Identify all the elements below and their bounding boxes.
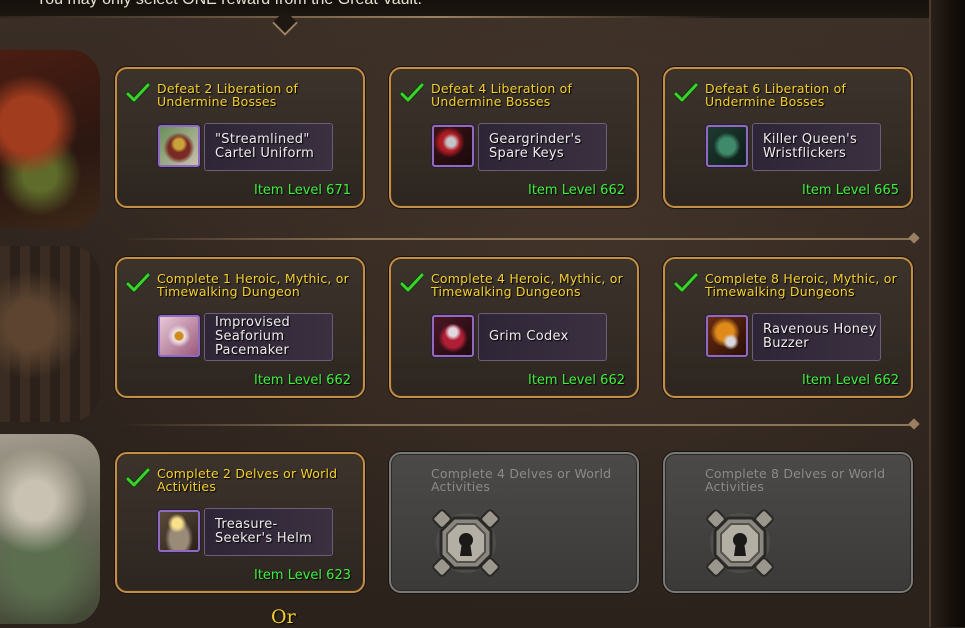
reward-item[interactable]: Geargrinder's Spare Keys [478,123,607,171]
check-icon [126,83,150,103]
item-level: Item Level 662 [528,373,625,388]
row-divider [120,424,912,426]
vault-slot-dungeon-3[interactable]: Complete 8 Heroic, Mythic, or Timewalkin… [663,257,913,398]
item-level: Item Level 623 [254,568,351,583]
honey-buzzer-icon[interactable] [706,315,748,357]
frame-edge [929,0,965,627]
cartel-uniform-icon[interactable] [158,125,200,167]
slot-requirement: Complete 4 Delves or World Activities [431,466,612,494]
pacemaker-icon[interactable] [158,315,200,357]
reward-item[interactable]: Killer Queen's Wristflickers [752,123,881,171]
slot-requirement: Defeat 4 Liberation of Undermine Bosses [431,81,573,109]
vault-slot-raid-2[interactable]: Defeat 4 Liberation of Undermine Bosses … [389,67,639,208]
vault-slot-dungeon-2[interactable]: Complete 4 Heroic, Mythic, or Timewalkin… [389,257,639,398]
item-level: Item Level 662 [528,183,625,198]
lock-icon [429,506,503,580]
reward-item[interactable]: Ravenous Honey Buzzer [752,313,881,361]
item-level: Item Level 662 [802,373,899,388]
slot-requirement: Complete 1 Heroic, Mythic, or Timewalkin… [157,271,349,299]
raid-row-art [0,50,100,228]
vault-slot-world-1[interactable]: Complete 2 Delves or World Activities Tr… [115,452,365,593]
vault-slot-raid-1[interactable]: Defeat 2 Liberation of Undermine Bosses … [115,67,365,208]
slot-requirement: Complete 2 Delves or World Activities [157,466,338,494]
header-divider [0,16,730,18]
reward-item[interactable]: Treasure-Seeker's Helm [204,508,333,556]
check-icon [400,83,424,103]
reward-item[interactable]: Grim Codex [478,313,607,361]
check-icon [126,273,150,293]
vault-slot-world-2-locked[interactable]: Complete 4 Delves or World Activities [389,452,639,593]
slot-requirement: Complete 8 Heroic, Mythic, or Timewalkin… [705,271,897,299]
slot-requirement: Complete 4 Heroic, Mythic, or Timewalkin… [431,271,623,299]
item-level: Item Level 662 [254,373,351,388]
item-name: Grim Codex [489,329,569,344]
reward-item[interactable]: Improvised Seaforium Pacemaker [204,313,333,361]
item-level: Item Level 671 [254,183,351,198]
treasure-helm-icon[interactable] [158,510,200,552]
check-icon [674,83,698,103]
reward-item[interactable]: "Streamlined" Cartel Uniform [204,123,333,171]
vault-notice: You may only select ONE reward from the … [36,0,422,9]
item-name: Ravenous Honey Buzzer [763,322,877,351]
spare-keys-icon[interactable] [432,125,474,167]
vault-slot-world-3-locked[interactable]: Complete 8 Delves or World Activities [663,452,913,593]
world-row-art [0,434,100,624]
check-icon [126,468,150,488]
vault-slot-dungeon-1[interactable]: Complete 1 Heroic, Mythic, or Timewalkin… [115,257,365,398]
wristflickers-icon[interactable] [706,125,748,167]
vault-slot-raid-3[interactable]: Defeat 6 Liberation of Undermine Bosses … [663,67,913,208]
grim-codex-icon[interactable] [432,315,474,357]
slot-requirement: Complete 8 Delves or World Activities [705,466,886,494]
item-name: Treasure-Seeker's Helm [215,517,313,546]
slot-requirement: Defeat 2 Liberation of Undermine Bosses [157,81,299,109]
row-divider [120,238,912,240]
item-name: Killer Queen's Wristflickers [763,132,858,161]
lock-icon [703,506,777,580]
check-icon [400,273,424,293]
check-icon [674,273,698,293]
or-divider-text: Or [271,606,296,628]
item-name: Improvised Seaforium Pacemaker [215,315,291,358]
item-name: "Streamlined" Cartel Uniform [215,132,315,161]
item-level: Item Level 665 [802,183,899,198]
item-name: Geargrinder's Spare Keys [489,132,582,161]
slot-requirement: Defeat 6 Liberation of Undermine Bosses [705,81,847,109]
dungeon-row-art [0,246,100,422]
